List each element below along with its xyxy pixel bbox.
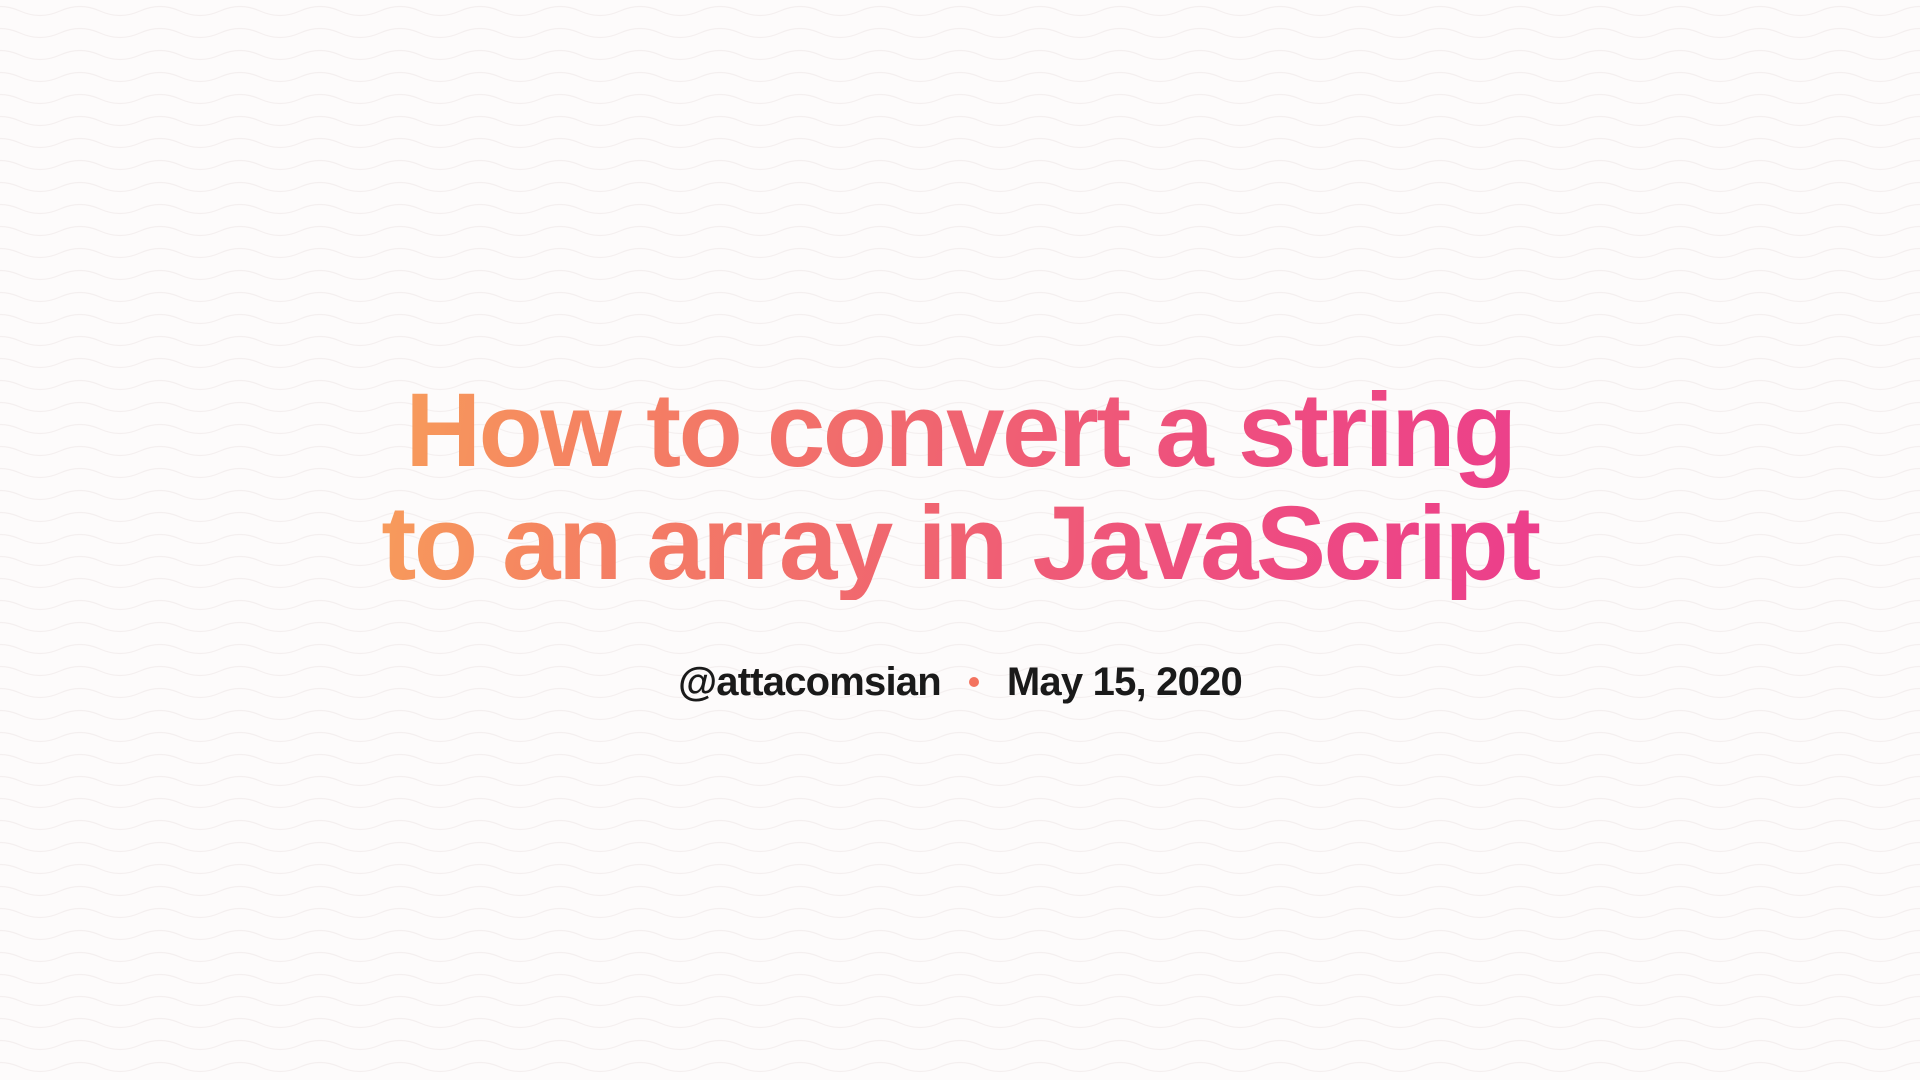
article-date: May 15, 2020	[1007, 660, 1242, 705]
content-container: How to convert a string to an array in J…	[0, 0, 1920, 1080]
article-title: How to convert a string to an array in J…	[360, 375, 1560, 600]
article-meta-row: @attacomsian May 15, 2020	[678, 660, 1242, 705]
author-handle: @attacomsian	[678, 660, 941, 705]
dot-separator-icon	[969, 677, 979, 687]
